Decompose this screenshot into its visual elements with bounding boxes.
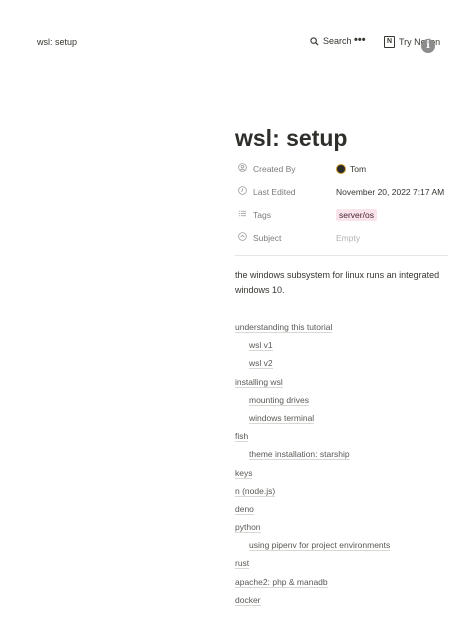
property-last-edited[interactable]: Last Edited November 20, 2022 7:17 AM	[235, 183, 450, 206]
toc-item[interactable]: wsl v1	[235, 340, 450, 358]
property-created-by[interactable]: Created By Tom	[235, 160, 450, 183]
property-value[interactable]: Tom	[336, 164, 366, 174]
toc-link[interactable]: rust	[235, 558, 250, 570]
property-subject[interactable]: Subject Empty	[235, 229, 450, 252]
property-tags[interactable]: Tags server/os	[235, 206, 450, 229]
toc-item[interactable]: apache2: php & manadb	[235, 576, 450, 595]
toc-item[interactable]: docker	[235, 594, 450, 613]
property-name: Last Edited	[253, 187, 296, 197]
toc-link[interactable]: n (node.js)	[235, 485, 276, 497]
avatar	[336, 164, 346, 174]
toc-item[interactable]: theme installation: starship	[235, 449, 450, 467]
toc-item[interactable]: keys	[235, 467, 450, 486]
toc-item[interactable]: windows terminal	[235, 412, 450, 431]
property-name: Created By	[253, 164, 296, 174]
top-bar: wsl: setup Search ••• N Try Notion i	[0, 0, 474, 84]
clock-icon	[238, 186, 247, 195]
toc-item[interactable]: wsl v2	[235, 358, 450, 376]
toc-link[interactable]: deno	[235, 503, 254, 515]
page-title: wsl: setup	[235, 125, 348, 151]
page-description: the windows subsystem for linux runs an …	[235, 270, 440, 295]
toc-link[interactable]: mounting drives	[249, 394, 310, 406]
toc-link[interactable]: windows terminal	[249, 412, 315, 424]
toc-link[interactable]: wsl v2	[249, 358, 273, 370]
breadcrumb[interactable]: wsl: setup	[37, 37, 77, 47]
arrow-circle-icon	[238, 232, 247, 241]
toc-link[interactable]: docker	[235, 594, 261, 606]
toc-item[interactable]: mounting drives	[235, 394, 450, 413]
toc-link[interactable]: apache2: php & manadb	[235, 576, 328, 588]
toc-item[interactable]: fish	[235, 431, 450, 449]
list-icon	[238, 210, 247, 217]
person-circle-icon	[238, 163, 247, 172]
notion-logo-icon: N	[384, 36, 395, 48]
user-name: Tom	[350, 164, 367, 174]
tag-badge[interactable]: server/os	[336, 209, 377, 221]
properties-panel: Created By Tom Last Edited November 20, …	[235, 160, 450, 252]
toc-item[interactable]: understanding this tutorial	[235, 322, 450, 340]
toc-link[interactable]: installing wsl	[235, 376, 283, 388]
table-of-contents: understanding this tutorial wsl v1 wsl v2 i…	[235, 322, 450, 613]
property-name: Subject	[253, 233, 282, 243]
property-name: Tags	[253, 210, 271, 220]
toc-item[interactable]: using pipenv for project environments	[235, 540, 450, 558]
toc-item[interactable]: installing wsl	[235, 376, 450, 395]
toc-item[interactable]: rust	[235, 558, 450, 576]
toc-link[interactable]: keys	[235, 467, 253, 479]
page-header: wsl: setup	[235, 120, 450, 156]
toc-item[interactable]: n (node.js)	[235, 485, 450, 504]
more-options-button[interactable]: •••	[354, 34, 366, 46]
search-icon	[310, 36, 319, 46]
property-value[interactable]: server/os	[336, 209, 377, 221]
info-icon[interactable]: i	[421, 39, 435, 53]
search-label: Search	[323, 36, 352, 46]
toc-link[interactable]: wsl v1	[249, 340, 273, 352]
divider	[235, 255, 448, 256]
property-value: November 20, 2022 7:17 AM	[336, 187, 445, 197]
toc-link[interactable]: using pipenv for project environments	[249, 540, 391, 552]
toc-link[interactable]: theme installation: starship	[249, 449, 350, 461]
toc-link[interactable]: understanding this tutorial	[235, 322, 333, 333]
toc-link[interactable]: python	[235, 522, 261, 534]
search-button[interactable]: Search	[310, 36, 352, 46]
toc-item[interactable]: deno	[235, 503, 450, 522]
property-value[interactable]: Empty	[336, 233, 360, 243]
toc-link[interactable]: fish	[235, 431, 249, 443]
toc-item[interactable]: python	[235, 522, 450, 540]
